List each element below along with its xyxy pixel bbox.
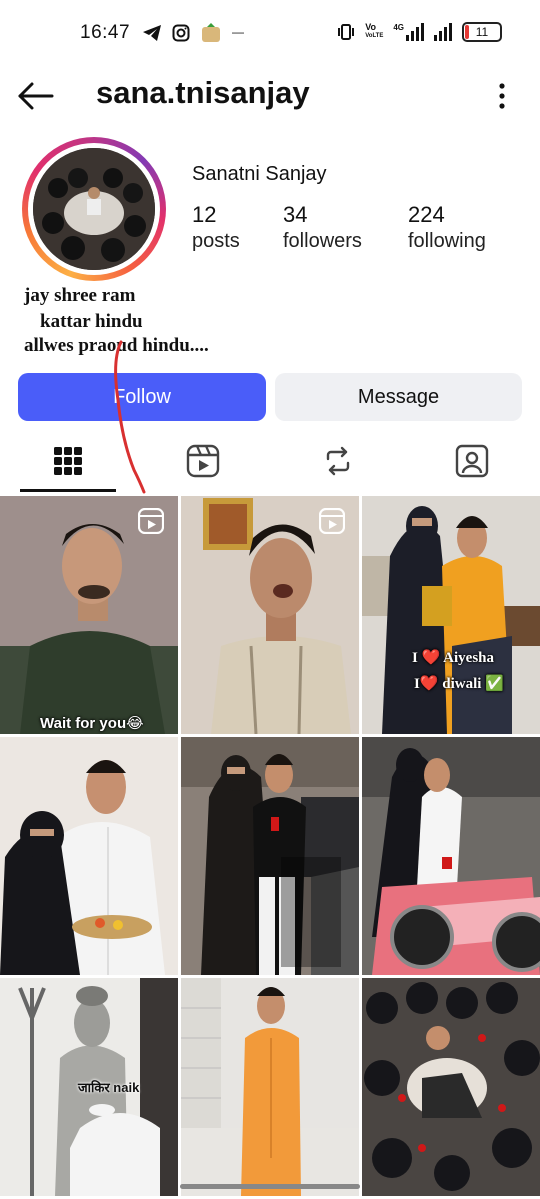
bio-line: jay shree ram (24, 285, 136, 306)
tab-posts[interactable] (20, 430, 116, 492)
vibrate-icon (338, 24, 355, 40)
bio-line: kattar hindu (40, 311, 143, 332)
post-caption: I ❤️ Aiyesha (412, 650, 495, 666)
post-tile[interactable] (0, 737, 178, 975)
post-caption: जाकिर naik (78, 1080, 140, 1095)
profile-header: sana.tnisanjay (0, 66, 540, 126)
post-tile[interactable] (181, 737, 359, 975)
post-image (362, 978, 540, 1196)
back-button[interactable] (14, 76, 58, 116)
more-vertical-icon (499, 83, 505, 109)
display-name: Sanatni Sanjay (192, 163, 327, 185)
bio-line: allwes praoud hindu.... (24, 335, 209, 356)
reels-icon (186, 444, 220, 478)
posts-grid: Wait for you😂 I ❤️ Aiyesha I❤️ diwali ✅ … (0, 496, 540, 1196)
reposts-icon (326, 446, 350, 476)
tab-reposts[interactable] (290, 430, 386, 492)
home-indicator[interactable] (180, 1184, 360, 1189)
post-tile[interactable] (181, 496, 359, 734)
tab-tagged[interactable] (424, 430, 520, 492)
reel-badge-icon (318, 507, 346, 539)
post-caption: I❤️ diwali ✅ (414, 676, 504, 692)
post-tile[interactable]: जाकिर naik (0, 978, 178, 1196)
grid-icon (54, 447, 82, 475)
instagram-icon (172, 24, 190, 42)
post-image (0, 737, 178, 975)
tab-reels[interactable] (155, 430, 251, 492)
volte-label: Vo VoLTE (365, 22, 384, 40)
following-count[interactable]: 224 following (408, 202, 486, 254)
status-time: 16:47 (80, 22, 131, 43)
post-tile[interactable] (362, 737, 540, 975)
post-image (362, 737, 540, 975)
arrow-left-icon (18, 82, 54, 110)
follow-button[interactable]: Follow (18, 373, 266, 421)
story-ring[interactable] (22, 137, 166, 281)
message-button[interactable]: Message (275, 373, 522, 421)
wifi-signal-icon (434, 23, 452, 41)
post-tile[interactable] (181, 978, 359, 1196)
post-tile[interactable]: I ❤️ Aiyesha I❤️ diwali ✅ (362, 496, 540, 734)
app-notification-icon (202, 23, 220, 42)
post-image (362, 496, 540, 734)
post-tile[interactable] (362, 978, 540, 1196)
post-tile[interactable]: Wait for you😂 (0, 496, 178, 734)
status-bar: 16:47 ▬▬ Vo VoLTE 4G 11 (0, 0, 540, 66)
telegram-icon (143, 25, 161, 41)
battery-icon: 11 (462, 22, 502, 42)
reel-badge-icon (137, 507, 165, 539)
post-image (181, 737, 359, 975)
more-options-button[interactable] (494, 80, 510, 112)
followers-count[interactable]: 34 followers (283, 202, 362, 254)
tagged-icon (455, 444, 489, 478)
avatar-image (33, 148, 155, 270)
profile-tabs (0, 430, 540, 492)
posts-count[interactable]: 12 posts (192, 202, 240, 254)
profile-username: sana.tnisanjay (96, 75, 310, 110)
mobile-signal-icon: 4G (393, 23, 424, 41)
avatar (33, 148, 155, 270)
active-tab-indicator (20, 489, 116, 492)
post-caption: Wait for you😂 (40, 715, 144, 732)
post-image (181, 978, 359, 1196)
notification-text-icon: ▬▬ (232, 29, 244, 36)
